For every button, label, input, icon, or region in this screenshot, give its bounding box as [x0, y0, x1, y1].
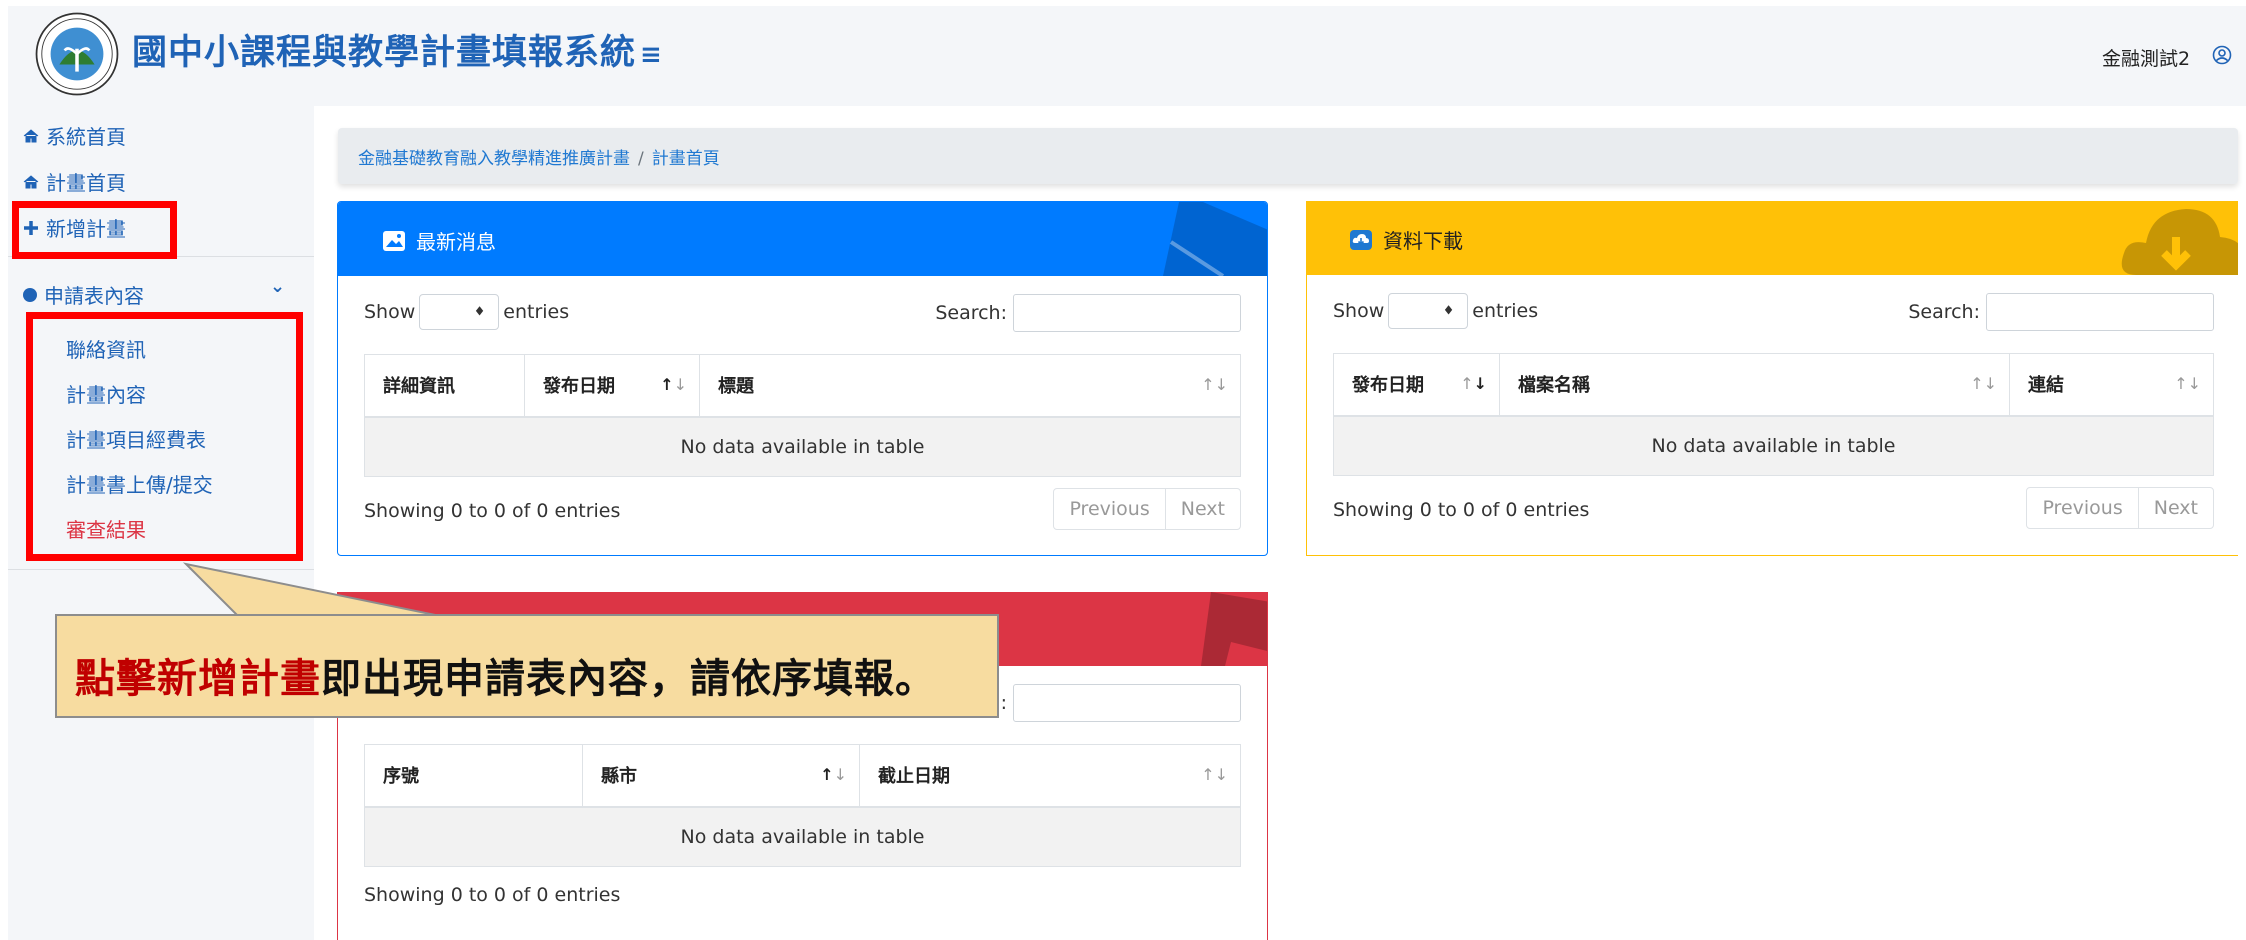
- search-input[interactable]: [1986, 293, 2214, 331]
- column-header-detail[interactable]: 詳細資訊: [364, 354, 525, 418]
- sort-icon: ↑↓: [2174, 374, 2201, 393]
- news-card-title: 最新消息: [382, 226, 496, 255]
- sidebar-section-label: 申請表內容: [44, 284, 144, 308]
- table-search: Search:: [1908, 293, 2214, 331]
- sort-icon: ↑↓: [1201, 765, 1228, 784]
- user-name[interactable]: 金融測試2: [2102, 44, 2190, 71]
- entries-length-control: Show entries: [1333, 293, 1538, 329]
- column-header-serial[interactable]: 序號: [364, 744, 583, 808]
- show-label: Show: [364, 301, 416, 323]
- column-label: 連結: [2028, 375, 2064, 397]
- empty-table-message: No data available in table: [364, 806, 1241, 867]
- table-search: :: [1001, 684, 1241, 722]
- download-card-title: 資料下載: [1349, 225, 1463, 254]
- user-circle-icon[interactable]: [2212, 45, 2232, 65]
- column-label: 標題: [718, 376, 754, 398]
- search-label: :: [1000, 692, 1007, 714]
- sort-asc-icon: ↑↓: [660, 375, 687, 394]
- empty-table-message: No data available in table: [1333, 415, 2214, 476]
- entries-label: entries: [503, 301, 570, 323]
- column-label: 發布日期: [1352, 375, 1424, 397]
- flag-watermark-icon: [1201, 592, 1267, 666]
- menu-toggle-icon[interactable]: ≡: [640, 40, 662, 70]
- download-card-header: 資料下載: [1307, 201, 2238, 275]
- callout-body: 即出現申請表內容，請依序填報。: [321, 656, 936, 702]
- flag-watermark-icon: [1163, 202, 1267, 276]
- column-header-publish-date[interactable]: 發布日期 ↑↓: [524, 354, 700, 418]
- ministry-of-education-logo: [35, 12, 119, 96]
- column-label: 發布日期: [543, 376, 615, 398]
- chevron-down-icon[interactable]: ⌄: [270, 276, 285, 297]
- next-button[interactable]: Next: [2137, 488, 2213, 528]
- breadcrumb-separator: /: [638, 149, 644, 169]
- highlight-box-application-items: [26, 312, 303, 561]
- breadcrumb: 金融基礎教育融入教學精進推廣計畫 / 計畫首頁: [338, 128, 2238, 184]
- cloud-download-icon: [1350, 229, 1372, 250]
- cloud-download-watermark-icon: [2121, 209, 2238, 275]
- entries-label: entries: [1472, 300, 1539, 322]
- column-header-link[interactable]: 連結 ↑↓: [2009, 353, 2214, 417]
- previous-button[interactable]: Previous: [1054, 489, 1164, 529]
- sort-asc-icon: ↑↓: [820, 765, 847, 784]
- sidebar-item-system-home[interactable]: 系統首頁: [22, 121, 126, 150]
- news-card-title-text: 最新消息: [416, 230, 496, 254]
- column-label: 截止日期: [878, 766, 950, 788]
- column-label: 序號: [383, 766, 419, 788]
- home-icon: [23, 174, 39, 188]
- column-label: 檔案名稱: [1518, 375, 1590, 397]
- column-header-county[interactable]: 縣市 ↑↓: [582, 744, 860, 808]
- callout-text: 點擊新增計畫即出現申請表內容，請依序填報。: [75, 646, 936, 704]
- home-icon: [23, 128, 39, 142]
- image-icon: [383, 230, 405, 251]
- instruction-callout: 點擊新增計畫即出現申請表內容，請依序填報。: [55, 614, 999, 718]
- news-card: 最新消息 Show entries Search: 詳細資訊 發布日期 ↑↓ 標題…: [337, 201, 1268, 556]
- table-search: Search:: [935, 294, 1241, 332]
- show-label: Show: [1333, 300, 1385, 322]
- column-header-file-name[interactable]: 檔案名稱 ↑↓: [1499, 353, 2010, 417]
- column-header-deadline[interactable]: 截止日期 ↑↓: [859, 744, 1241, 808]
- sidebar-item-plan-home[interactable]: 計畫首頁: [22, 167, 126, 196]
- column-header-title[interactable]: 標題 ↑↓: [699, 354, 1241, 418]
- download-card: 資料下載 Show entries Search: 發布日期 ↑↓ 檔案名稱 ↑↓ …: [1306, 201, 2238, 556]
- news-table: 詳細資訊 發布日期 ↑↓ 標題 ↑↓ No data available in ta…: [364, 354, 1241, 477]
- breadcrumb-item-plan-home[interactable]: 計畫首頁: [652, 149, 720, 169]
- deadline-table: 序號 縣市 ↑↓ 截止日期 ↑↓ No data available in tabl…: [364, 744, 1241, 867]
- next-button[interactable]: Next: [1164, 489, 1240, 529]
- callout-highlight: 點擊新增計畫: [75, 656, 321, 702]
- highlight-box-new-plan: [12, 201, 177, 259]
- entries-select[interactable]: [419, 294, 500, 330]
- sort-icon: ↑↓: [1970, 374, 1997, 393]
- previous-button[interactable]: Previous: [2027, 488, 2137, 528]
- news-card-header: 最新消息: [338, 202, 1267, 276]
- circle-icon: [23, 287, 37, 302]
- search-input[interactable]: [1013, 684, 1241, 722]
- pagination: Previous Next: [2026, 487, 2214, 529]
- breadcrumb-item-program[interactable]: 金融基礎教育融入教學精進推廣計畫: [358, 149, 630, 169]
- download-card-title-text: 資料下載: [1383, 229, 1463, 253]
- sort-icon: ↑↓: [1201, 375, 1228, 394]
- sort-desc-icon: ↑↓: [1460, 374, 1487, 393]
- column-label: 縣市: [601, 766, 637, 788]
- search-input[interactable]: [1013, 294, 1241, 332]
- empty-table-message: No data available in table: [364, 416, 1241, 477]
- table-info: Showing 0 to 0 of 0 entries: [364, 884, 621, 906]
- entries-select[interactable]: [1388, 293, 1469, 329]
- top-navbar: 國中小課程與教學計畫填報系統 ≡ 金融測試2: [8, 6, 2246, 106]
- sidebar-item-label: 計畫首頁: [46, 171, 126, 195]
- column-label: 詳細資訊: [383, 376, 455, 398]
- callout-pointer: [182, 562, 451, 620]
- sidebar-item-label: 系統首頁: [46, 125, 126, 149]
- download-table: 發布日期 ↑↓ 檔案名稱 ↑↓ 連結 ↑↓ No data available in …: [1333, 353, 2214, 476]
- sidebar-section-application[interactable]: 申請表內容: [22, 280, 144, 309]
- search-label: Search:: [935, 302, 1007, 324]
- search-label: Search:: [1908, 301, 1980, 323]
- table-info: Showing 0 to 0 of 0 entries: [364, 500, 621, 522]
- table-info: Showing 0 to 0 of 0 entries: [1333, 499, 1590, 521]
- pagination: Previous Next: [1053, 488, 1241, 530]
- entries-length-control: Show entries: [364, 294, 569, 330]
- column-header-publish-date[interactable]: 發布日期 ↑↓: [1333, 353, 1500, 417]
- app-title: 國中小課程與教學計畫填報系統: [132, 33, 637, 73]
